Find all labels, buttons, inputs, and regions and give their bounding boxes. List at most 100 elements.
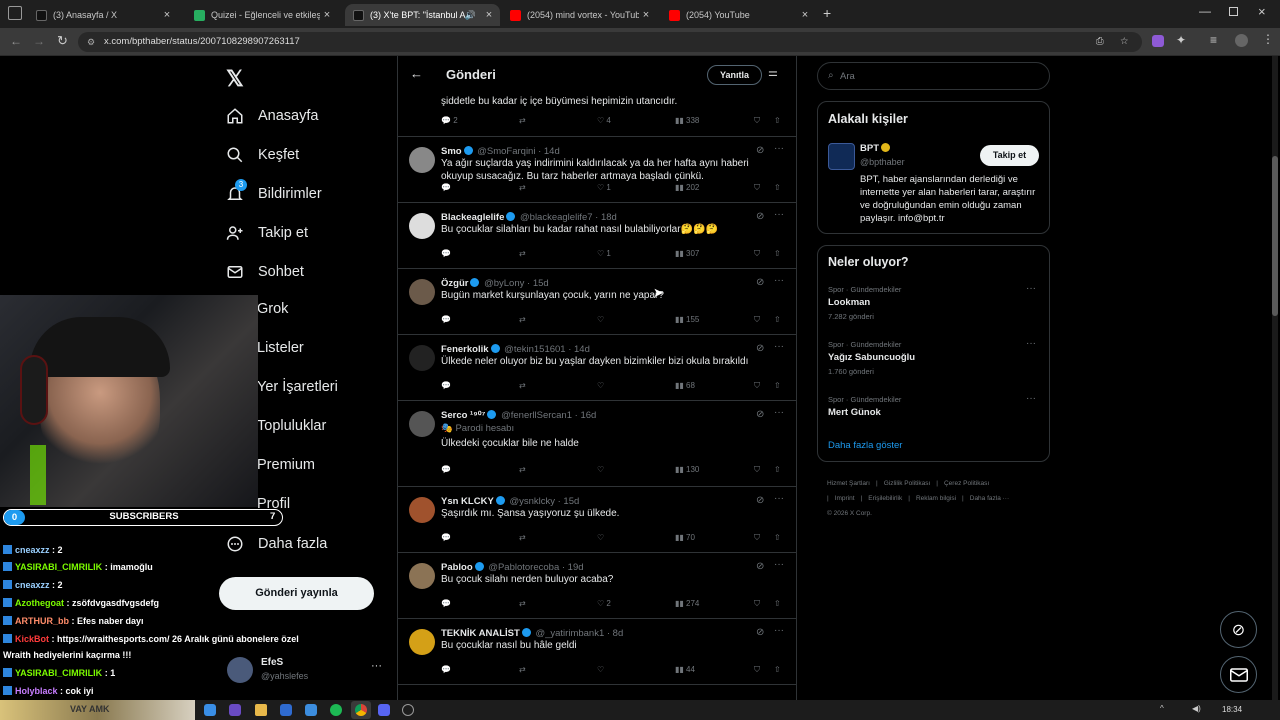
post-tail[interactable]: şiddetle bu kadar iç içe büyümesi hepimi…: [398, 94, 796, 137]
close-icon[interactable]: ×: [482, 9, 496, 21]
reply-post[interactable]: Serco ¹⁹⁰⁷ @fenerllSercan1 · 16d 🎭 Parodi…: [398, 401, 796, 487]
more-icon[interactable]: ···: [774, 625, 784, 636]
more-icon[interactable]: ···: [774, 559, 784, 570]
avatar[interactable]: [409, 497, 435, 523]
reply-post[interactable]: Özgür @byLony · 15d ⊘ ··· Bugün market kurş…: [398, 269, 796, 335]
tab-search-icon[interactable]: [8, 6, 22, 20]
like-icon[interactable]: ♡: [597, 465, 606, 474]
address-bar[interactable]: ⚙ x.com/bpthaber/status/2007108298907263…: [78, 32, 1142, 52]
share-icon[interactable]: ⇧: [774, 315, 781, 324]
bpt-avatar[interactable]: [828, 143, 855, 170]
bookmark-icon[interactable]: ⛉: [754, 116, 760, 126]
chrome-active-slot[interactable]: [351, 701, 371, 719]
grok-icon[interactable]: ⊘: [1220, 611, 1257, 648]
footer-link[interactable]: Erişilebilirlik: [868, 495, 902, 502]
post-author[interactable]: Blackeaglelife @blackeaglelife7 · 18d: [441, 212, 617, 223]
maximize-button[interactable]: [1229, 7, 1238, 16]
bookmark-icon[interactable]: ⛉: [754, 249, 760, 259]
follow-button[interactable]: Takip et: [980, 145, 1039, 166]
trend-item[interactable]: Spor · Gündemdekiler Yağız Sabuncuoğlu 1.7…: [828, 338, 1041, 376]
show-more-link[interactable]: Daha fazla göster: [828, 440, 902, 451]
scrollbar[interactable]: [1272, 56, 1278, 700]
discord-icon[interactable]: [378, 704, 390, 716]
grok-icon[interactable]: ⊘: [756, 211, 764, 222]
like-icon[interactable]: ♡: [597, 533, 606, 542]
views-icon[interactable]: ▮▮ 70: [675, 533, 695, 542]
reply-post[interactable]: TEKNİK ANALİST @_yatirimbank1 · 8d ⊘ ··· Bu…: [398, 619, 796, 685]
install-icon[interactable]: ⎙: [1096, 32, 1104, 52]
avatar[interactable]: [409, 345, 435, 371]
reply-icon[interactable]: 💬: [441, 381, 453, 390]
filter-sliders-icon[interactable]: ⚌: [768, 66, 778, 79]
repost-icon[interactable]: ⇄: [519, 116, 526, 125]
views-icon[interactable]: ▮▮ 130: [675, 465, 699, 474]
bookmark-icon[interactable]: ⛉: [754, 381, 760, 391]
reply-icon[interactable]: 💬: [441, 533, 453, 542]
like-icon[interactable]: ♡: [597, 381, 606, 390]
back-arrow-icon[interactable]: ←: [410, 66, 423, 81]
share-icon[interactable]: ⇧: [774, 533, 781, 542]
like-icon[interactable]: ♡ 1: [597, 183, 611, 192]
views-icon[interactable]: ▮▮ 338: [675, 116, 699, 125]
minimize-button[interactable]: —: [1199, 4, 1211, 18]
reply-icon[interactable]: 💬: [441, 249, 453, 258]
bookmark-icon[interactable]: ⛉: [754, 315, 760, 325]
views-icon[interactable]: ▮▮ 155: [675, 315, 699, 324]
footer-link[interactable]: Çerez Politikası: [944, 480, 989, 487]
like-icon[interactable]: ♡: [597, 315, 606, 324]
tab-1[interactable]: Quizei - Eğlenceli ve etkileşimli×: [186, 4, 338, 26]
repost-icon[interactable]: ⇄: [519, 315, 526, 324]
post-author[interactable]: Ysn KLCKY @ysnklcky · 15d: [441, 496, 579, 507]
reply-post[interactable]: Pabloo @Pablotorecoba · 19d ⊘ ··· Bu çocuk …: [398, 553, 796, 619]
tab-2-active[interactable]: (3) X'te BPT: "İstanbul Arna🔊×: [345, 4, 500, 26]
reply-icon[interactable]: 💬: [441, 465, 453, 474]
bookmark-icon[interactable]: ⛉: [754, 533, 760, 543]
messages-icon[interactable]: [1220, 656, 1257, 693]
extension-icon[interactable]: [1152, 35, 1164, 47]
avatar[interactable]: [409, 213, 435, 239]
avatar[interactable]: [409, 279, 435, 305]
reply-post[interactable]: Ysn KLCKY @ysnklcky · 15d ⊘ ··· Şaşırdık mı…: [398, 487, 796, 553]
post-author[interactable]: Fenerkolik @tekin151601 · 14d: [441, 344, 590, 355]
back-icon[interactable]: ←: [10, 34, 22, 48]
share-icon[interactable]: ⇧: [774, 599, 781, 608]
menu-kebab-icon[interactable]: ⋮: [1262, 32, 1274, 46]
share-icon[interactable]: ⇧: [774, 465, 781, 474]
avatar[interactable]: [409, 629, 435, 655]
grok-icon[interactable]: ⊘: [756, 343, 764, 354]
window-close-button[interactable]: ×: [1258, 4, 1266, 19]
avatar[interactable]: [409, 147, 435, 173]
like-icon[interactable]: ♡ 4: [597, 116, 611, 125]
bookmark-icon[interactable]: ⛉: [754, 599, 760, 609]
close-icon[interactable]: ×: [160, 9, 174, 21]
nav-home[interactable]: Anasayfa: [225, 106, 318, 126]
share-icon[interactable]: ⇧: [774, 381, 781, 390]
avatar[interactable]: [409, 411, 435, 437]
footer-link[interactable]: Hizmet Şartları: [827, 480, 870, 487]
forward-icon[interactable]: →: [33, 34, 45, 48]
nav-more[interactable]: Daha fazla: [225, 534, 327, 554]
share-icon[interactable]: ⇧: [774, 249, 781, 258]
footer-link[interactable]: Daha fazla ···: [970, 495, 1009, 502]
nav-communities[interactable]: Topluluklar: [257, 418, 326, 434]
reply-post[interactable]: Blackeaglelife @blackeaglelife7 · 18d ⊘ ··…: [398, 203, 796, 269]
new-tab-button[interactable]: +: [823, 5, 831, 21]
trend-more-icon[interactable]: ···: [1026, 338, 1036, 349]
trend-item[interactable]: Spor · Gündemdekiler Mert Günok ···: [828, 393, 1041, 422]
nav-grok[interactable]: Grok: [257, 301, 288, 317]
repost-icon[interactable]: ⇄: [519, 249, 526, 258]
nav-premium[interactable]: Premium: [257, 457, 315, 473]
reply-button[interactable]: Yanıtla: [707, 65, 762, 85]
reply-icon[interactable]: 💬: [441, 183, 453, 192]
repost-icon[interactable]: ⇄: [519, 533, 526, 542]
close-icon[interactable]: ×: [798, 9, 812, 21]
like-icon[interactable]: ♡ 2: [597, 599, 611, 608]
repost-icon[interactable]: ⇄: [519, 381, 526, 390]
close-icon[interactable]: ×: [320, 9, 334, 21]
grok-icon[interactable]: ⊘: [756, 561, 764, 572]
grok-icon[interactable]: ⊘: [756, 277, 764, 288]
post-button[interactable]: Gönderi yayınla: [219, 577, 374, 610]
tab-4[interactable]: (2054) YouTube ×: [661, 4, 816, 26]
repost-icon[interactable]: ⇄: [519, 183, 526, 192]
site-info-icon[interactable]: ⚙: [87, 32, 95, 52]
